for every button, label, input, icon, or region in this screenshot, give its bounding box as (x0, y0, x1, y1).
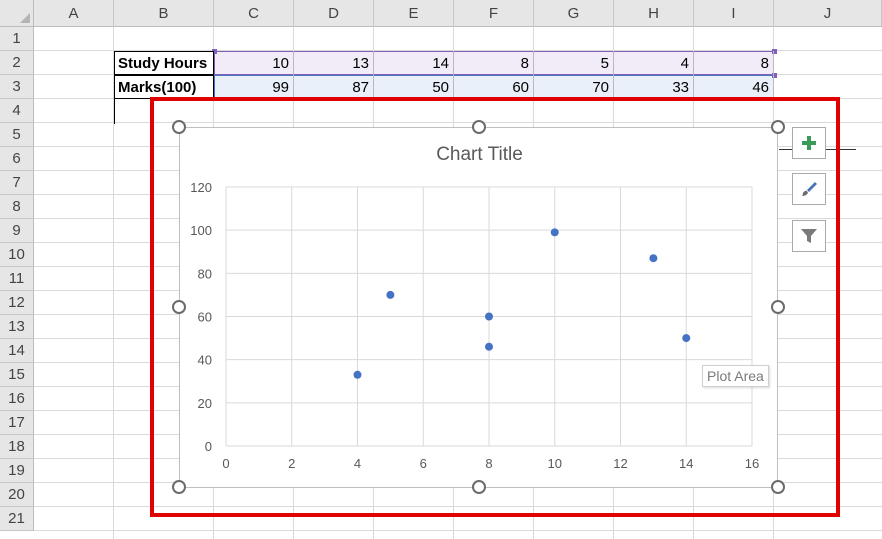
row-header-12[interactable]: 12 (0, 291, 34, 315)
row-header-6[interactable]: 6 (0, 147, 34, 171)
row-header-20[interactable]: 20 (0, 483, 34, 507)
column-header-d[interactable]: D (294, 0, 374, 27)
column-header-b[interactable]: B (114, 0, 214, 27)
study-hours-cell[interactable]: 13 (294, 51, 374, 75)
column-header-i[interactable]: I (694, 0, 774, 27)
highlight-frame (150, 97, 840, 517)
marks-cell[interactable]: 70 (534, 75, 614, 99)
row-header-13[interactable]: 13 (0, 315, 34, 339)
study-hours-cell[interactable]: 8 (454, 51, 534, 75)
column-header-f[interactable]: F (454, 0, 534, 27)
marks-cell[interactable]: 87 (294, 75, 374, 99)
row-header-16[interactable]: 16 (0, 387, 34, 411)
column-header-a[interactable]: A (34, 0, 114, 27)
marks-cell[interactable]: 33 (614, 75, 694, 99)
row-header-18[interactable]: 18 (0, 435, 34, 459)
column-header-c[interactable]: C (214, 0, 294, 27)
row-header-11[interactable]: 11 (0, 267, 34, 291)
row-header-10[interactable]: 10 (0, 243, 34, 267)
row-header-17[interactable]: 17 (0, 411, 34, 435)
column-header-g[interactable]: G (534, 0, 614, 27)
column-header-h[interactable]: H (614, 0, 694, 27)
study-hours-cell[interactable]: 4 (614, 51, 694, 75)
study-hours-label[interactable]: Study Hours (114, 51, 214, 75)
row-header-8[interactable]: 8 (0, 195, 34, 219)
study-hours-cell[interactable]: 10 (214, 51, 294, 75)
row-header-5[interactable]: 5 (0, 123, 34, 147)
row-header-2[interactable]: 2 (0, 51, 34, 75)
column-header-j[interactable]: J (774, 0, 882, 27)
column-header-e[interactable]: E (374, 0, 454, 27)
row-header-3[interactable]: 3 (0, 75, 34, 99)
row-header-1[interactable]: 1 (0, 27, 34, 51)
row-header-15[interactable]: 15 (0, 363, 34, 387)
row-header-9[interactable]: 9 (0, 219, 34, 243)
study-hours-cell[interactable]: 5 (534, 51, 614, 75)
row-header-4[interactable]: 4 (0, 99, 34, 123)
marks-label[interactable]: Marks(100) (114, 75, 214, 99)
study-hours-cell[interactable]: 8 (694, 51, 774, 75)
marks-cell[interactable]: 50 (374, 75, 454, 99)
row-header-21[interactable]: 21 (0, 507, 34, 531)
marks-cell[interactable]: 99 (214, 75, 294, 99)
row-header-7[interactable]: 7 (0, 171, 34, 195)
select-all-corner[interactable] (0, 0, 34, 27)
row-header-19[interactable]: 19 (0, 459, 34, 483)
row-header-14[interactable]: 14 (0, 339, 34, 363)
study-hours-cell[interactable]: 14 (374, 51, 454, 75)
marks-cell[interactable]: 46 (694, 75, 774, 99)
marks-cell[interactable]: 60 (454, 75, 534, 99)
